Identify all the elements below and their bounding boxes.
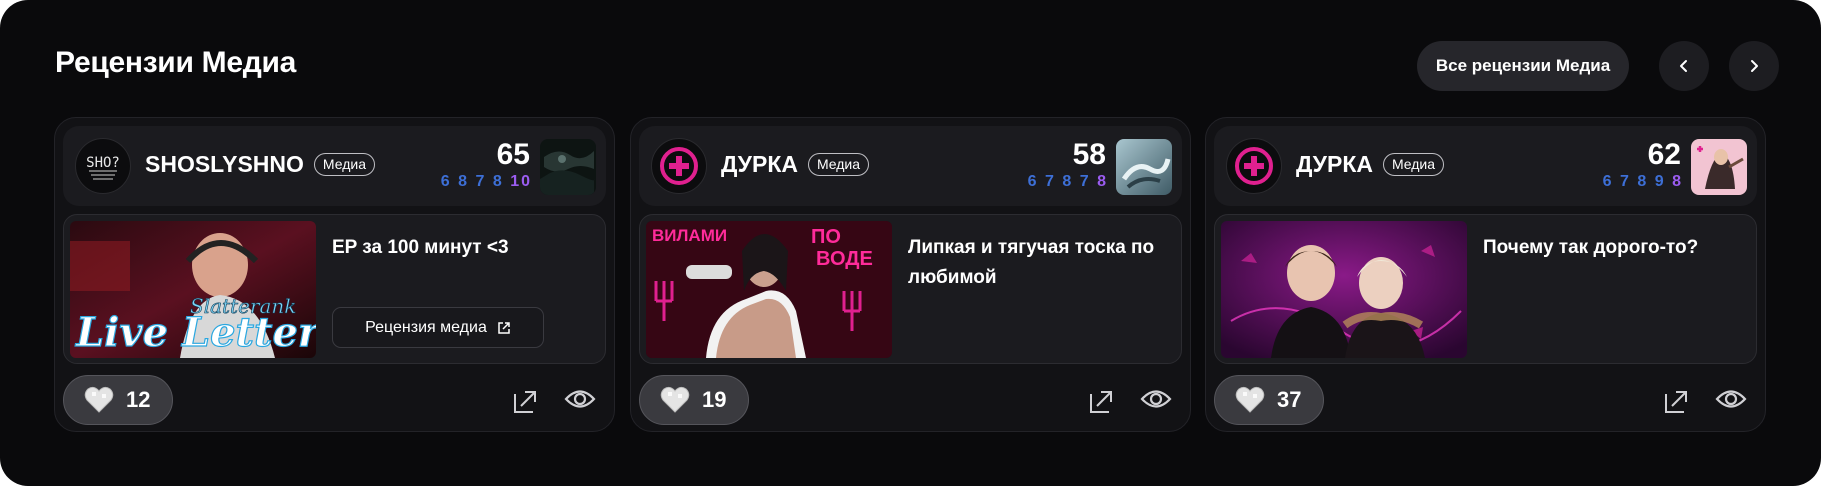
- media-badge: Медиа: [1382, 153, 1445, 176]
- sub-scores: 6 8 7 8 10: [441, 172, 532, 192]
- eye-icon: [1715, 390, 1747, 408]
- sub-score: 7: [475, 173, 487, 190]
- author-name[interactable]: ДУРКА: [1296, 151, 1373, 178]
- sub-score: 8: [1097, 173, 1108, 190]
- prev-button[interactable]: [1659, 41, 1709, 91]
- author-logo-icon: SHO?: [86, 155, 120, 180]
- author-name-row: SHOSLYSHNO Медиа: [145, 151, 375, 178]
- sub-scores: 6 7 8 9 8: [1603, 172, 1683, 192]
- heart-icon: [1235, 386, 1265, 413]
- score-box: 65 6 8 7 8 10: [441, 138, 530, 192]
- svg-text:ВИЛАМИ: ВИЛАМИ: [652, 226, 727, 245]
- review-title[interactable]: Почему так дорого-то?: [1483, 233, 1743, 263]
- author-name[interactable]: SHOSLYSHNO: [145, 151, 304, 178]
- sub-score: 7: [1045, 173, 1056, 190]
- like-count: 12: [126, 387, 151, 412]
- chevron-right-icon: [1751, 60, 1758, 72]
- eye-icon: [564, 390, 596, 408]
- svg-text:Live Letter: Live Letter: [75, 309, 316, 356]
- share-button[interactable]: [513, 388, 539, 419]
- view-button[interactable]: [1715, 386, 1747, 417]
- review-cover-image: ВИЛАМИ ПО ВОДЕ: [646, 221, 892, 358]
- chevron-left-icon: [1680, 60, 1687, 72]
- sub-score: 9: [1654, 173, 1666, 190]
- release-cover-thumb[interactable]: [1691, 139, 1747, 195]
- author-name-row: ДУРКА Медиа: [721, 151, 870, 178]
- like-button[interactable]: 12: [63, 375, 174, 425]
- svg-text:SHO?: SHO?: [86, 155, 120, 171]
- sub-score: 8: [492, 173, 504, 190]
- plus-circle-icon: [1235, 147, 1273, 185]
- like-button[interactable]: 37: [1214, 375, 1325, 425]
- next-button[interactable]: [1729, 41, 1779, 91]
- total-score: 65: [496, 138, 530, 171]
- share-button[interactable]: [1089, 388, 1115, 419]
- sub-score: 7: [1079, 173, 1091, 190]
- sub-score: 8: [1062, 173, 1074, 190]
- plus-circle-icon: [660, 147, 698, 185]
- review-title[interactable]: EP за 100 минут <3: [332, 233, 592, 263]
- heart-icon: [84, 386, 114, 413]
- review-card[interactable]: SHO? SHOSLYSHNO Медиа 65 6 8 7 8 10 Slat…: [54, 117, 615, 432]
- release-cover-thumb[interactable]: [540, 139, 596, 195]
- view-button[interactable]: [1140, 386, 1172, 417]
- release-cover-thumb[interactable]: [1116, 139, 1172, 195]
- share-arrow-icon: [1090, 391, 1112, 413]
- sub-score: 6: [1602, 173, 1614, 190]
- sub-score: 10: [510, 173, 532, 190]
- review-card-header: ДУРКА Медиа 58 6 7 8 7 8: [639, 126, 1182, 206]
- review-title[interactable]: Липкая и тягучая тоска по любимой: [908, 233, 1168, 293]
- sub-score: 7: [1620, 173, 1631, 190]
- section-title: Рецензии Медиа: [55, 46, 296, 79]
- score-box: 58 6 7 8 7 8: [1028, 138, 1106, 192]
- media-review-link[interactable]: Рецензия медиа: [332, 307, 544, 348]
- review-card[interactable]: ДУРКА Медиа 62 6 7 8 9 8 Почему так доро…: [1205, 117, 1766, 432]
- review-cover-image: Slatterank Live Letter: [70, 221, 316, 358]
- review-card-body[interactable]: Slatterank Live Letter EP за 100 минут <…: [63, 214, 606, 364]
- sub-score: 8: [458, 173, 470, 190]
- review-card-body[interactable]: ВИЛАМИ ПО ВОДЕ Липкая и тягучая тоска по…: [639, 214, 1182, 364]
- media-reviews-section: Рецензии Медиа Все рецензии Медиа SHO? S…: [0, 0, 1821, 486]
- review-cover-image: [1221, 221, 1467, 358]
- media-badge: Медиа: [313, 153, 375, 176]
- sub-score: 6: [1027, 173, 1039, 190]
- share-arrow-icon: [1665, 391, 1687, 413]
- sub-score: 8: [1672, 173, 1683, 190]
- external-link-icon: [498, 321, 510, 334]
- media-badge: Медиа: [807, 153, 870, 176]
- sub-score: 6: [440, 173, 452, 190]
- svg-text:ВОДЕ: ВОДЕ: [816, 248, 873, 270]
- view-button[interactable]: [564, 386, 596, 417]
- like-button[interactable]: 19: [639, 375, 750, 425]
- review-card-body[interactable]: Почему так дорого-то?: [1214, 214, 1757, 364]
- heart-icon: [660, 386, 690, 413]
- sub-scores: 6 7 8 7 8: [1028, 172, 1108, 192]
- all-reviews-button[interactable]: Все рецензии Медиа: [1417, 41, 1629, 91]
- score-box: 62 6 7 8 9 8: [1603, 138, 1681, 192]
- author-avatar[interactable]: [1226, 138, 1282, 194]
- author-name[interactable]: ДУРКА: [721, 151, 798, 178]
- eye-icon: [1140, 390, 1172, 408]
- media-review-link-label: Рецензия медиа: [365, 318, 487, 336]
- sub-score: 8: [1637, 173, 1649, 190]
- author-name-row: ДУРКА Медиа: [1296, 151, 1445, 178]
- author-avatar[interactable]: SHO?: [75, 138, 131, 194]
- like-count: 19: [702, 387, 727, 412]
- review-card-header: ДУРКА Медиа 62 6 7 8 9 8: [1214, 126, 1757, 206]
- like-count: 37: [1277, 387, 1302, 412]
- share-arrow-icon: [514, 391, 536, 413]
- total-score: 62: [1647, 138, 1681, 171]
- svg-text:ПО: ПО: [811, 226, 841, 248]
- total-score: 58: [1072, 138, 1106, 171]
- review-card-header: SHO? SHOSLYSHNO Медиа 65 6 8 7 8 10: [63, 126, 606, 206]
- share-button[interactable]: [1664, 388, 1690, 419]
- author-avatar[interactable]: [651, 138, 707, 194]
- review-card[interactable]: ДУРКА Медиа 58 6 7 8 7 8 ВИЛАМИ ПО ВОДЕ …: [630, 117, 1191, 432]
